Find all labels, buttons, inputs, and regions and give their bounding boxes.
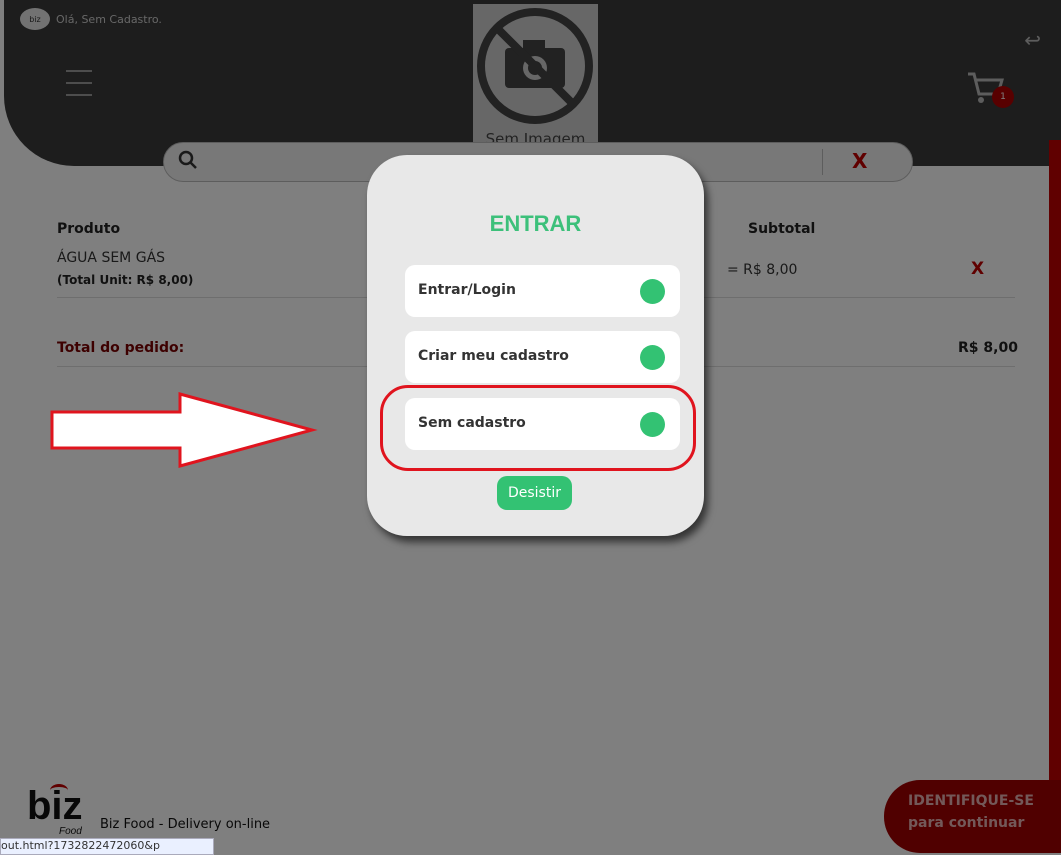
option-login[interactable]: Entrar/Login <box>405 265 680 317</box>
modal-title: ENTRAR <box>489 211 582 236</box>
pointer-arrow-annotation <box>50 392 318 468</box>
option-register-label: Criar meu cadastro <box>418 348 569 364</box>
option-login-label: Entrar/Login <box>418 282 516 298</box>
cancel-button[interactable]: Desistir <box>497 476 572 510</box>
option-register-indicator <box>640 345 665 370</box>
option-login-indicator <box>640 279 665 304</box>
status-bar-url: out.html?1732822472060&p <box>0 838 214 855</box>
guest-option-highlight <box>380 385 696 471</box>
login-modal: ENTRAR Entrar/Login Criar meu cadastro S… <box>367 155 704 536</box>
option-register[interactable]: Criar meu cadastro <box>405 331 680 383</box>
